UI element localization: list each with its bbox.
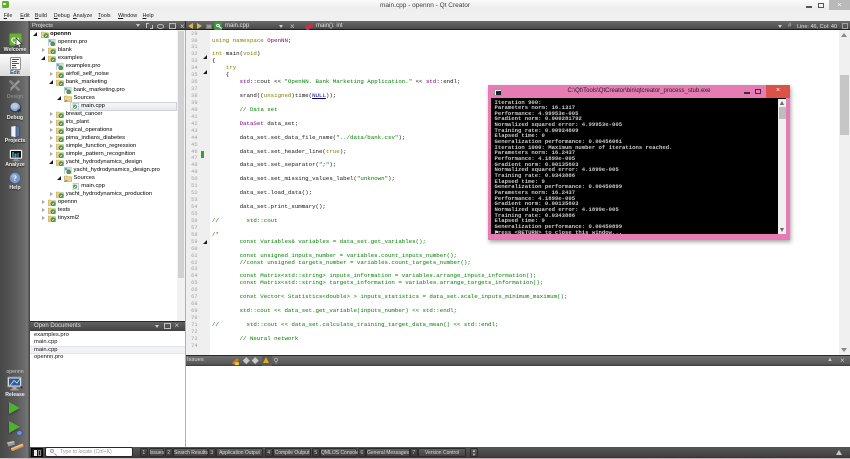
svg-text:?: ? (13, 174, 17, 183)
